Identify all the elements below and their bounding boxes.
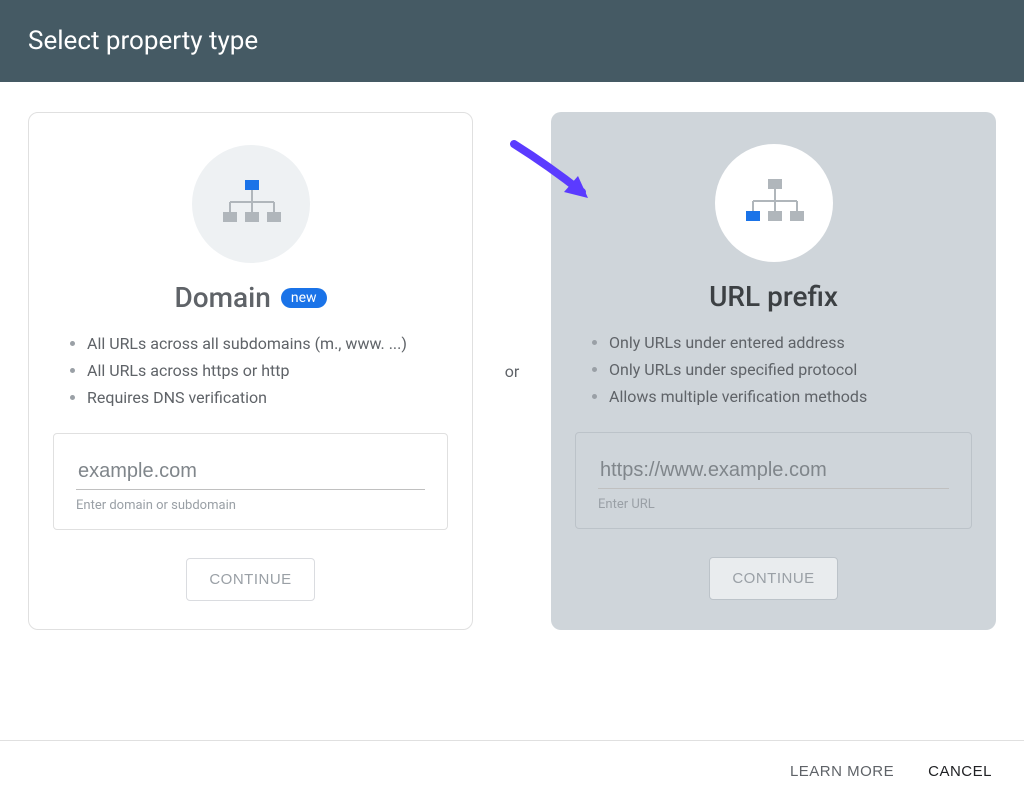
url-input-hint: Enter URL [598,497,949,512]
domain-input[interactable] [76,456,425,490]
dialog-header: Select property type [0,0,1024,82]
domain-continue-button[interactable]: CONTINUE [186,558,314,601]
domain-card-title-row: Domain new [174,281,326,314]
list-item: Allows multiple verification methods [609,383,968,410]
domain-card-bullet-list: All URLs across all subdomains (m., www.… [53,330,448,411]
url-prefix-property-card[interactable]: URL prefix Only URLs under entered addre… [551,112,996,630]
list-item: Only URLs under specified protocol [609,356,968,383]
list-item: All URLs across https or http [87,357,444,384]
dialog-footer: LEARN MORE CANCEL [0,740,1024,802]
list-item: All URLs across all subdomains (m., www.… [87,330,444,357]
cancel-button[interactable]: CANCEL [928,763,992,780]
url-card-title-row: URL prefix [709,280,838,313]
url-card-title: URL prefix [709,280,838,313]
sitemap-top-icon [192,145,310,263]
new-badge: new [281,288,327,308]
url-input-box: Enter URL [575,432,972,529]
dialog-body: Domain new All URLs across all subdomain… [0,82,1024,740]
list-item: Only URLs under entered address [609,329,968,356]
url-input[interactable] [598,455,949,489]
list-item: Requires DNS verification [87,384,444,411]
sitemap-leaf-icon [715,144,833,262]
domain-input-box: Enter domain or subdomain [53,433,448,530]
learn-more-button[interactable]: LEARN MORE [790,763,894,780]
domain-card-title: Domain [174,281,270,314]
or-label: or [473,112,551,630]
dialog-title: Select property type [28,26,258,56]
domain-input-hint: Enter domain or subdomain [76,498,425,513]
domain-property-card[interactable]: Domain new All URLs across all subdomain… [28,112,473,630]
url-card-bullet-list: Only URLs under entered address Only URL… [575,329,972,410]
url-continue-button[interactable]: CONTINUE [709,557,837,600]
